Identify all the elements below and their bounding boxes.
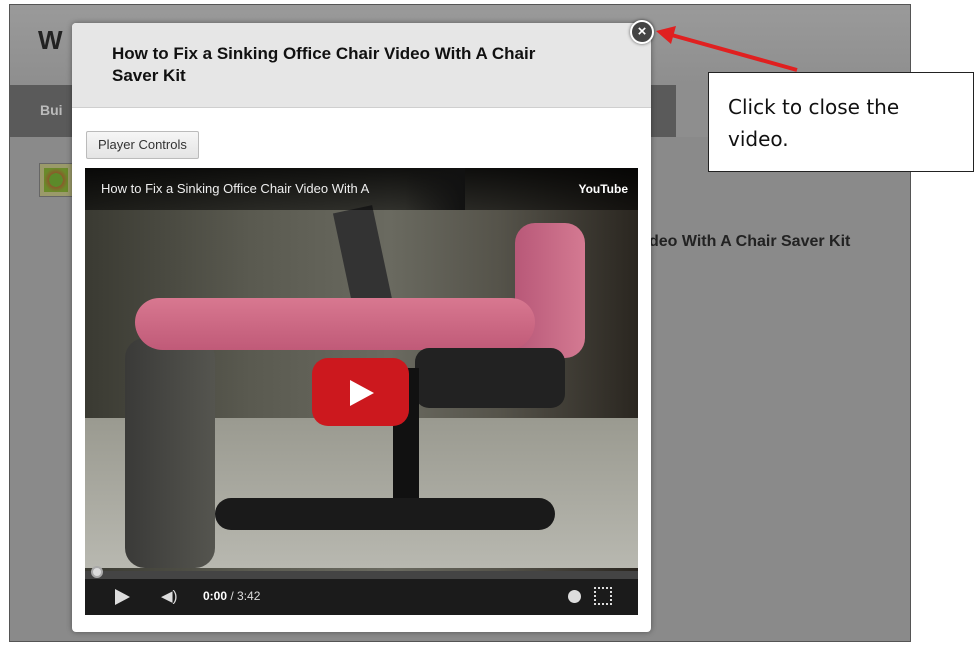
close-icon[interactable]: ×	[630, 20, 654, 44]
modal-title: How to Fix a Sinking Office Chair Video …	[112, 44, 536, 85]
callout-box: Click to close the video.	[708, 72, 974, 172]
progress-bar[interactable]	[85, 571, 638, 579]
title-fade	[405, 168, 465, 210]
video-modal: How to Fix a Sinking Office Chair Video …	[72, 23, 651, 632]
scene-leg	[125, 338, 215, 568]
logo-icon	[39, 163, 73, 197]
play-button[interactable]	[312, 358, 409, 426]
scene-base	[215, 498, 555, 530]
progress-handle[interactable]	[91, 566, 103, 578]
post-title: deo With A Chair Saver Kit	[649, 233, 851, 250]
youtube-logo[interactable]: YouTube	[578, 182, 628, 196]
callout-text: Click to close the video.	[728, 95, 900, 151]
current-time: 0:00	[203, 589, 228, 603]
modal-header: How to Fix a Sinking Office Chair Video …	[72, 23, 651, 108]
watch-later-icon[interactable]	[568, 590, 581, 603]
scene-seat	[135, 298, 535, 350]
duration: / 3:42	[230, 589, 261, 603]
play-icon[interactable]	[115, 589, 130, 605]
scene-mechanism	[415, 348, 565, 408]
video-player[interactable]: How to Fix a Sinking Office Chair Video …	[85, 168, 638, 615]
control-bar: ◀) 0:00 / 3:42	[85, 579, 638, 615]
video-title[interactable]: How to Fix a Sinking Office Chair Video …	[101, 181, 451, 196]
time-display: 0:00 / 3:42	[203, 589, 260, 603]
volume-icon[interactable]: ◀)	[161, 587, 178, 605]
nav-item: Bui	[40, 102, 63, 118]
site-title: W	[38, 25, 63, 55]
player-controls-button[interactable]: Player Controls	[86, 131, 199, 159]
fullscreen-icon[interactable]	[594, 587, 612, 605]
video-title-bar: How to Fix a Sinking Office Chair Video …	[85, 168, 638, 210]
